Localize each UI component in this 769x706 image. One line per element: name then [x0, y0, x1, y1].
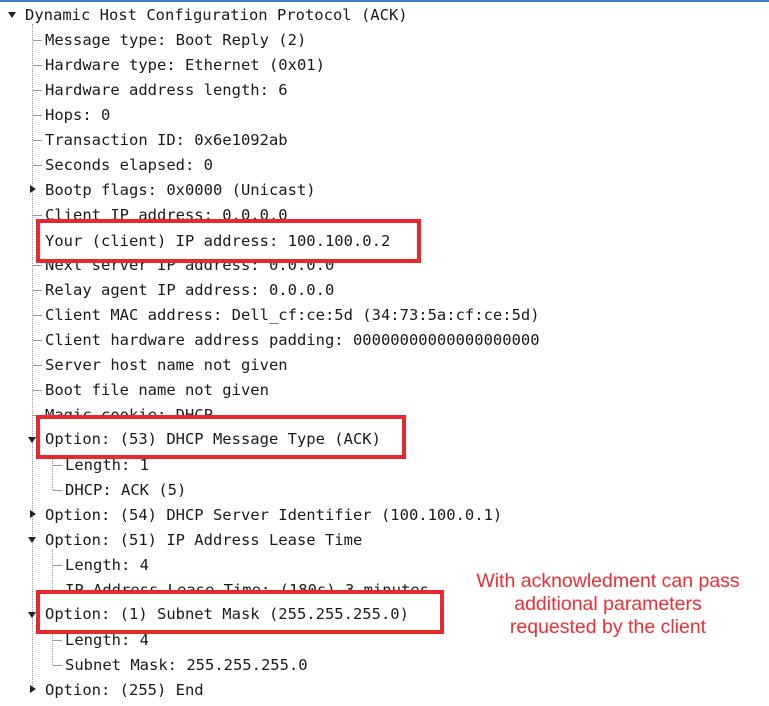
field-message-type[interactable]: Message type: Boot Reply (2)	[45, 30, 306, 50]
field-boot-file-name[interactable]: Boot file name not given	[45, 380, 269, 400]
expand-opt1-icon[interactable]	[28, 612, 36, 618]
field-transaction-id[interactable]: Transaction ID: 0x6e1092ab	[45, 130, 288, 150]
opt1-value[interactable]: Subnet Mask: 255.255.255.0	[65, 655, 308, 675]
expand-bootp-flags-icon[interactable]	[30, 185, 36, 193]
option-54-server-id[interactable]: Option: (54) DHCP Server Identifier (100…	[45, 505, 502, 525]
field-bootp-flags[interactable]: Bootp flags: 0x0000 (Unicast)	[45, 180, 316, 200]
option-255-end[interactable]: Option: (255) End	[45, 680, 204, 700]
field-hw-addr-length[interactable]: Hardware address length: 6	[45, 80, 288, 100]
field-seconds-elapsed[interactable]: Seconds elapsed: 0	[45, 155, 213, 175]
expand-opt54-icon[interactable]	[30, 510, 36, 518]
tree-guide-root	[32, 24, 33, 690]
highlight-your-ip: Your (client) IP address: 100.100.0.2	[36, 219, 421, 263]
field-server-host-name[interactable]: Server host name not given	[45, 355, 288, 375]
highlight-option-53: Option: (53) DHCP Message Type (ACK)	[36, 415, 406, 459]
option-51-lease-time[interactable]: Option: (51) IP Address Lease Time	[45, 530, 362, 550]
field-hops[interactable]: Hops: 0	[45, 105, 110, 125]
field-client-hw-padding[interactable]: Client hardware address padding: 0000000…	[45, 330, 540, 350]
annotation-callout: With acknowledment can pass additional p…	[452, 570, 764, 639]
field-client-mac[interactable]: Client MAC address: Dell_cf:ce:5d (34:73…	[45, 305, 540, 325]
field-your-client-ip[interactable]: Your (client) IP address: 100.100.0.2	[45, 231, 390, 251]
selection-top-line	[0, 0, 769, 2]
tree-root-dhcp[interactable]: Dynamic Host Configuration Protocol (ACK…	[25, 5, 408, 25]
tree-guide-opt51	[52, 549, 53, 590]
opt51-length[interactable]: Length: 4	[65, 555, 149, 575]
option-53-message-type[interactable]: Option: (53) DHCP Message Type (ACK)	[45, 429, 381, 449]
expand-opt255-icon[interactable]	[30, 685, 36, 693]
expand-opt51-icon[interactable]	[28, 537, 36, 543]
option-1-subnet-mask[interactable]: Option: (1) Subnet Mask (255.255.255.0)	[45, 604, 409, 624]
expand-opt53-icon[interactable]	[28, 437, 36, 443]
field-hardware-type[interactable]: Hardware type: Ethernet (0x01)	[45, 55, 325, 75]
expand-root-icon[interactable]	[8, 12, 16, 18]
opt53-value[interactable]: DHCP: ACK (5)	[65, 480, 186, 500]
highlight-option-1: Option: (1) Subnet Mask (255.255.255.0)	[36, 590, 444, 634]
field-relay-agent-ip[interactable]: Relay agent IP address: 0.0.0.0	[45, 280, 334, 300]
